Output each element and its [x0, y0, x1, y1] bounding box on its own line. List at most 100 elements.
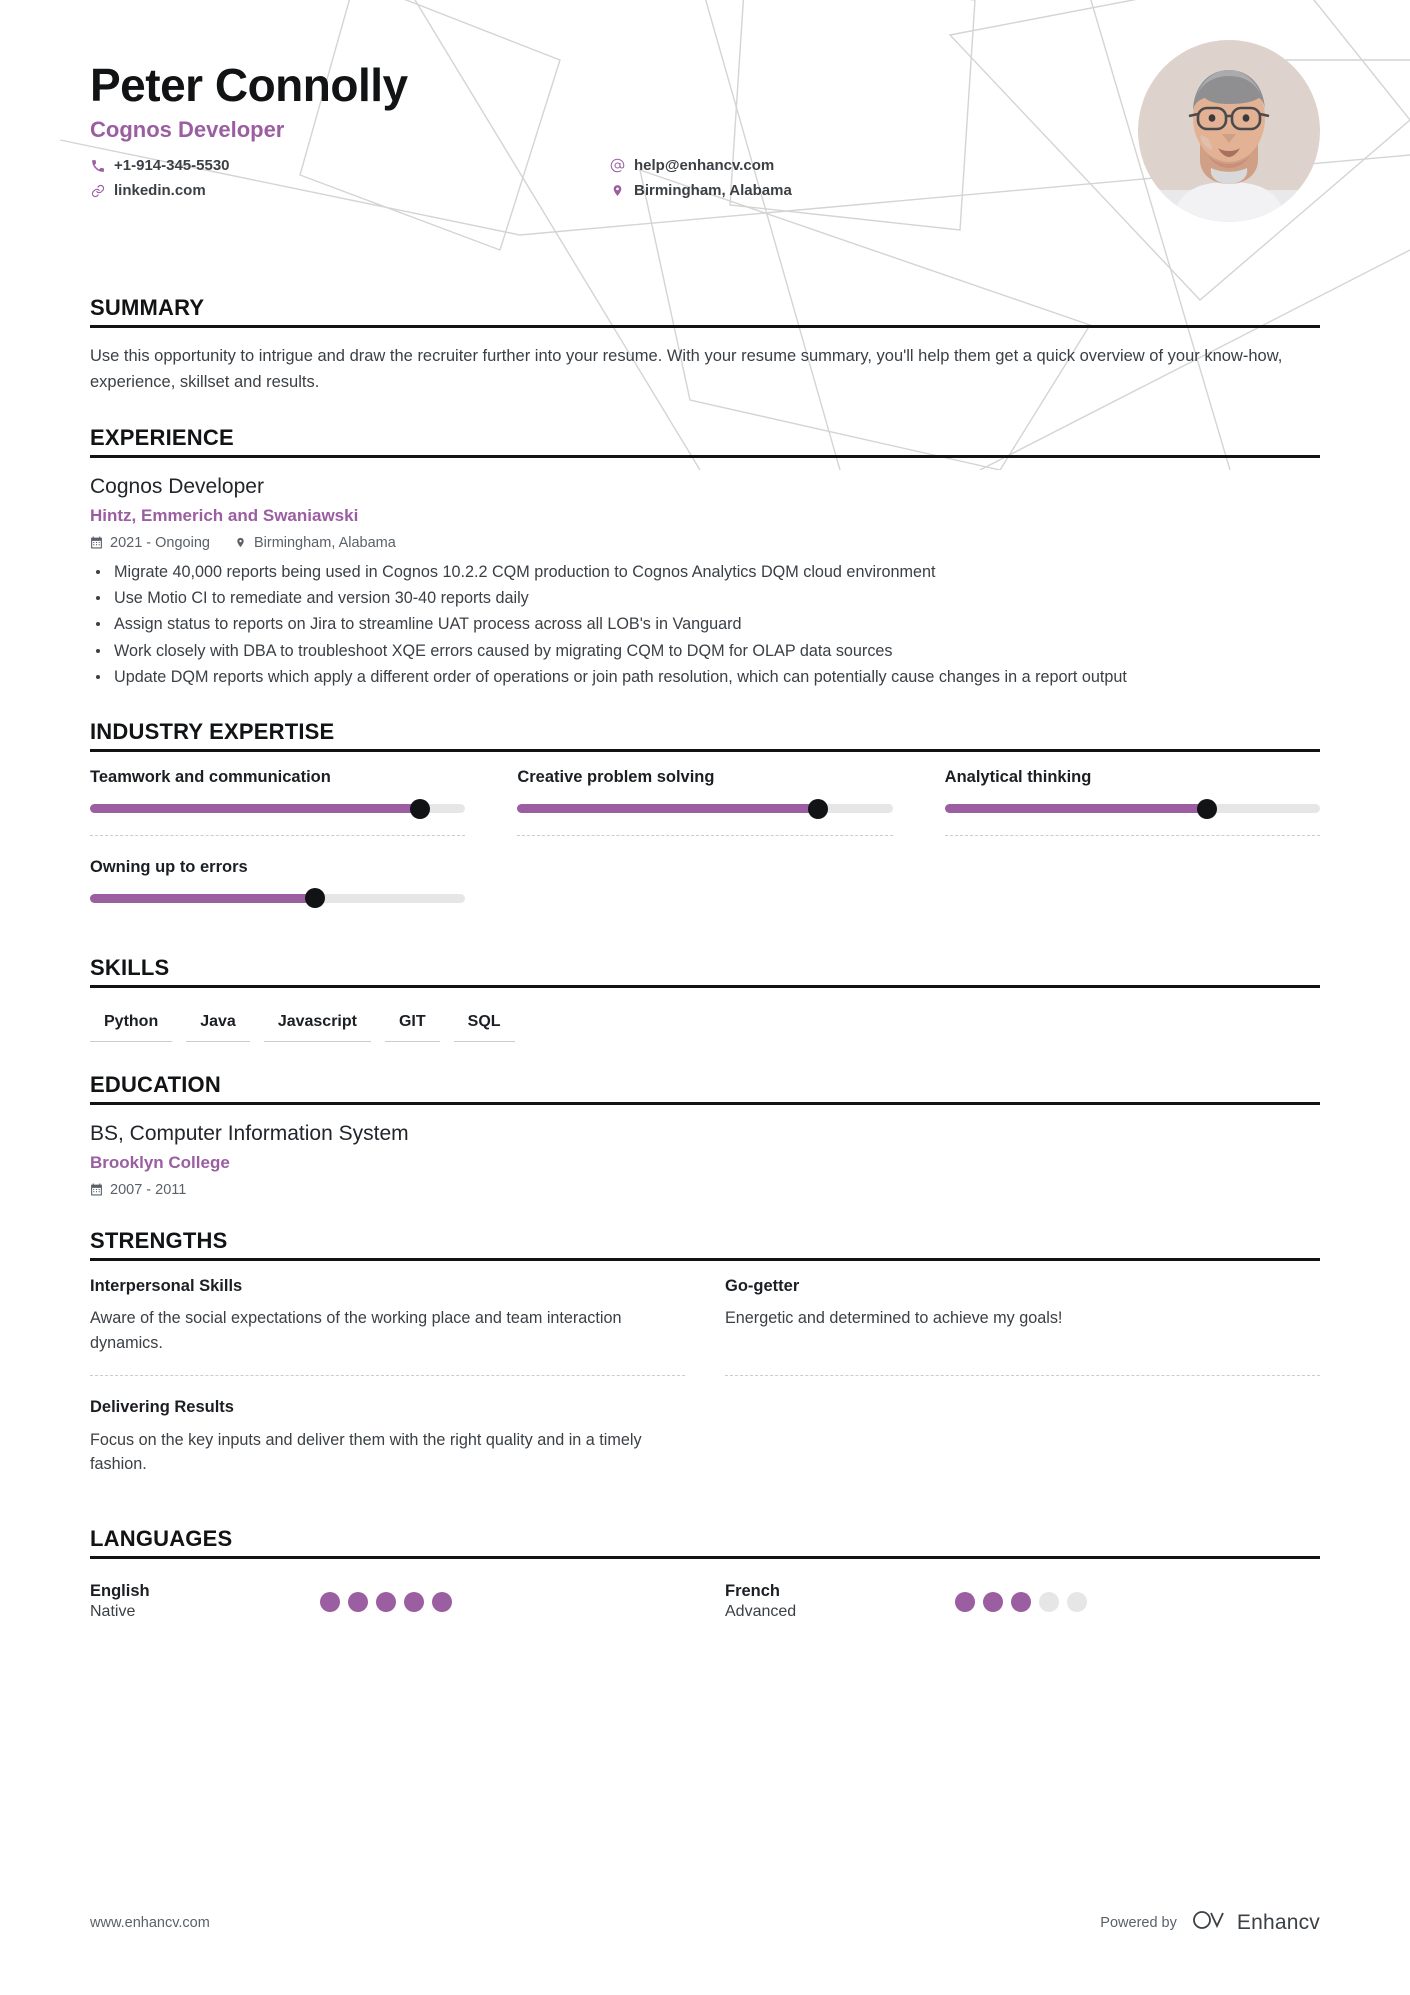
summary-text: Use this opportunity to intrigue and dra… — [90, 347, 1283, 391]
strength-description: Focus on the key inputs and deliver them… — [90, 1430, 642, 1474]
slider-knob[interactable] — [1197, 798, 1218, 819]
expertise-slider[interactable] — [944, 798, 1320, 819]
calendar-icon — [90, 536, 103, 550]
experience-dates-text: 2021 - Ongoing — [110, 534, 210, 551]
language-rating-dots — [320, 1592, 452, 1613]
contact-linkedin-text: linkedin.com — [114, 181, 206, 199]
section-summary: SUMMARY Use this opportunity to intrigue… — [90, 295, 1320, 395]
strength-item: Delivering Results Focus on the key inpu… — [90, 1398, 685, 1496]
resume-page: Peter Connolly Cognos Developer +1-914-3… — [0, 0, 1410, 1995]
language-names: English Native — [90, 1581, 320, 1622]
expertise-slider[interactable] — [90, 888, 466, 909]
section-title-summary: SUMMARY — [90, 295, 205, 320]
experience-location: Birmingham, Alabama — [234, 535, 396, 551]
strength-title: Delivering Results — [90, 1398, 234, 1417]
footer-url[interactable]: www.enhancv.com — [90, 1915, 210, 1931]
strength-title: Interpersonal Skills — [90, 1276, 243, 1295]
location-pin-icon — [610, 183, 625, 198]
list-item: Assign status to reports on Jira to stre… — [90, 612, 1309, 636]
rating-dot-filled — [1011, 1592, 1031, 1613]
section-divider — [90, 455, 1320, 459]
rating-dot-filled — [348, 1592, 368, 1613]
language-name: French — [725, 1582, 781, 1601]
expertise-label: Analytical thinking — [944, 768, 1092, 787]
contact-phone[interactable]: +1-914-345-5530 — [90, 157, 610, 175]
expertise-item: Owning up to errors — [90, 858, 466, 925]
expertise-slider[interactable] — [90, 798, 466, 819]
section-languages: LANGUAGES English Native French Advanced — [90, 1526, 1320, 1622]
page-title: Peter Connolly — [90, 59, 408, 111]
skill-chip: Python — [90, 1008, 173, 1043]
experience-bullets: Migrate 40,000 reports being used in Cog… — [90, 560, 1320, 689]
experience-role: Cognos Developer — [90, 475, 264, 499]
enhancv-logo-icon — [1191, 1908, 1229, 1937]
language-names: French Advanced — [725, 1581, 955, 1622]
strength-item: Go-getter Energetic and determined to ac… — [725, 1277, 1320, 1377]
skill-chip: Java — [186, 1008, 250, 1043]
rating-dot-filled — [432, 1592, 452, 1613]
slider-fill — [90, 893, 316, 903]
strengths-grid: Interpersonal Skills Aware of the social… — [90, 1277, 1320, 1497]
expertise-label: Creative problem solving — [517, 768, 715, 787]
contact-email-text: help@enhancv.com — [634, 156, 775, 174]
rating-dot-filled — [320, 1592, 340, 1613]
language-level: Advanced — [725, 1603, 797, 1621]
education-degree: BS, Computer Information System — [90, 1122, 409, 1146]
link-icon — [90, 183, 105, 198]
list-item: Migrate 40,000 reports being used in Cog… — [90, 560, 1309, 584]
expertise-item: Creative problem solving — [517, 768, 893, 837]
section-title-experience: EXPERIENCE — [90, 425, 234, 451]
education-meta: 2007 - 2011 — [90, 1182, 1320, 1198]
section-title-skills: SKILLS — [90, 954, 170, 980]
at-email-icon — [610, 158, 625, 173]
skills-list: Python Java Javascript GIT SQL — [90, 1004, 1320, 1043]
brand-name: Enhancv — [1236, 1910, 1320, 1934]
contact-linkedin[interactable]: linkedin.com — [90, 182, 610, 200]
phone-icon — [90, 158, 105, 173]
slider-fill — [944, 804, 1208, 814]
slider-fill — [90, 804, 421, 814]
education-dates-text: 2007 - 2011 — [110, 1181, 187, 1198]
section-title-strengths: STRENGTHS — [90, 1227, 228, 1253]
skill-chip: Javascript — [263, 1008, 371, 1043]
contact-location[interactable]: Birmingham, Alabama — [610, 182, 792, 200]
expertise-slider[interactable] — [517, 798, 893, 819]
experience-meta: 2021 - Ongoing Birmingham, Alabama — [90, 535, 1320, 551]
brand: Enhancv — [1191, 1908, 1320, 1937]
section-divider — [90, 1257, 1320, 1261]
expertise-label: Owning up to errors — [90, 858, 248, 877]
section-divider — [90, 984, 1320, 988]
contact-email[interactable]: help@enhancv.com — [610, 157, 792, 175]
language-item: English Native — [90, 1581, 685, 1622]
experience-company: Hintz, Emmerich and Swaniawski — [90, 506, 359, 526]
section-strengths: STRENGTHS Interpersonal Skills Aware of … — [90, 1228, 1320, 1497]
section-skills: SKILLS Python Java Javascript GIT SQL — [90, 954, 1320, 1043]
language-level: Native — [90, 1603, 136, 1621]
section-divider — [90, 1556, 1320, 1560]
strength-description: Energetic and determined to achieve my g… — [725, 1309, 1063, 1328]
slider-knob[interactable] — [410, 798, 431, 819]
slider-knob[interactable] — [807, 798, 828, 819]
education-dates: 2007 - 2011 — [90, 1182, 186, 1198]
language-rating-dots — [955, 1592, 1087, 1613]
experience-location-text: Birmingham, Alabama — [253, 534, 396, 551]
education-school: Brooklyn College — [90, 1153, 230, 1173]
education-entry: BS, Computer Information System Brooklyn… — [90, 1121, 1320, 1198]
slider-knob[interactable] — [305, 888, 326, 909]
rating-dot-filled — [983, 1592, 1003, 1613]
contact-location-text: Birmingham, Alabama — [634, 181, 792, 199]
list-item: Update DQM reports which apply a differe… — [90, 665, 1309, 689]
language-name: English — [90, 1582, 150, 1601]
resume-header: Peter Connolly Cognos Developer +1-914-3… — [90, 0, 1320, 265]
section-experience: EXPERIENCE Cognos Developer Hintz, Emmer… — [90, 425, 1320, 689]
expertise-grid: Teamwork and communication Creative prob… — [90, 768, 1320, 925]
strength-item: Interpersonal Skills Aware of the social… — [90, 1276, 685, 1377]
section-divider — [90, 749, 1320, 753]
language-item: French Advanced — [725, 1581, 1320, 1622]
experience-entry: Cognos Developer Hintz, Emmerich and Swa… — [90, 474, 1320, 689]
rating-dot-empty — [1039, 1592, 1059, 1613]
rating-dot-filled — [404, 1592, 424, 1613]
expertise-label: Teamwork and communication — [90, 768, 331, 787]
footer: www.enhancv.com Powered by Enhancv — [90, 1908, 1320, 1937]
section-title-languages: LANGUAGES — [90, 1526, 233, 1552]
